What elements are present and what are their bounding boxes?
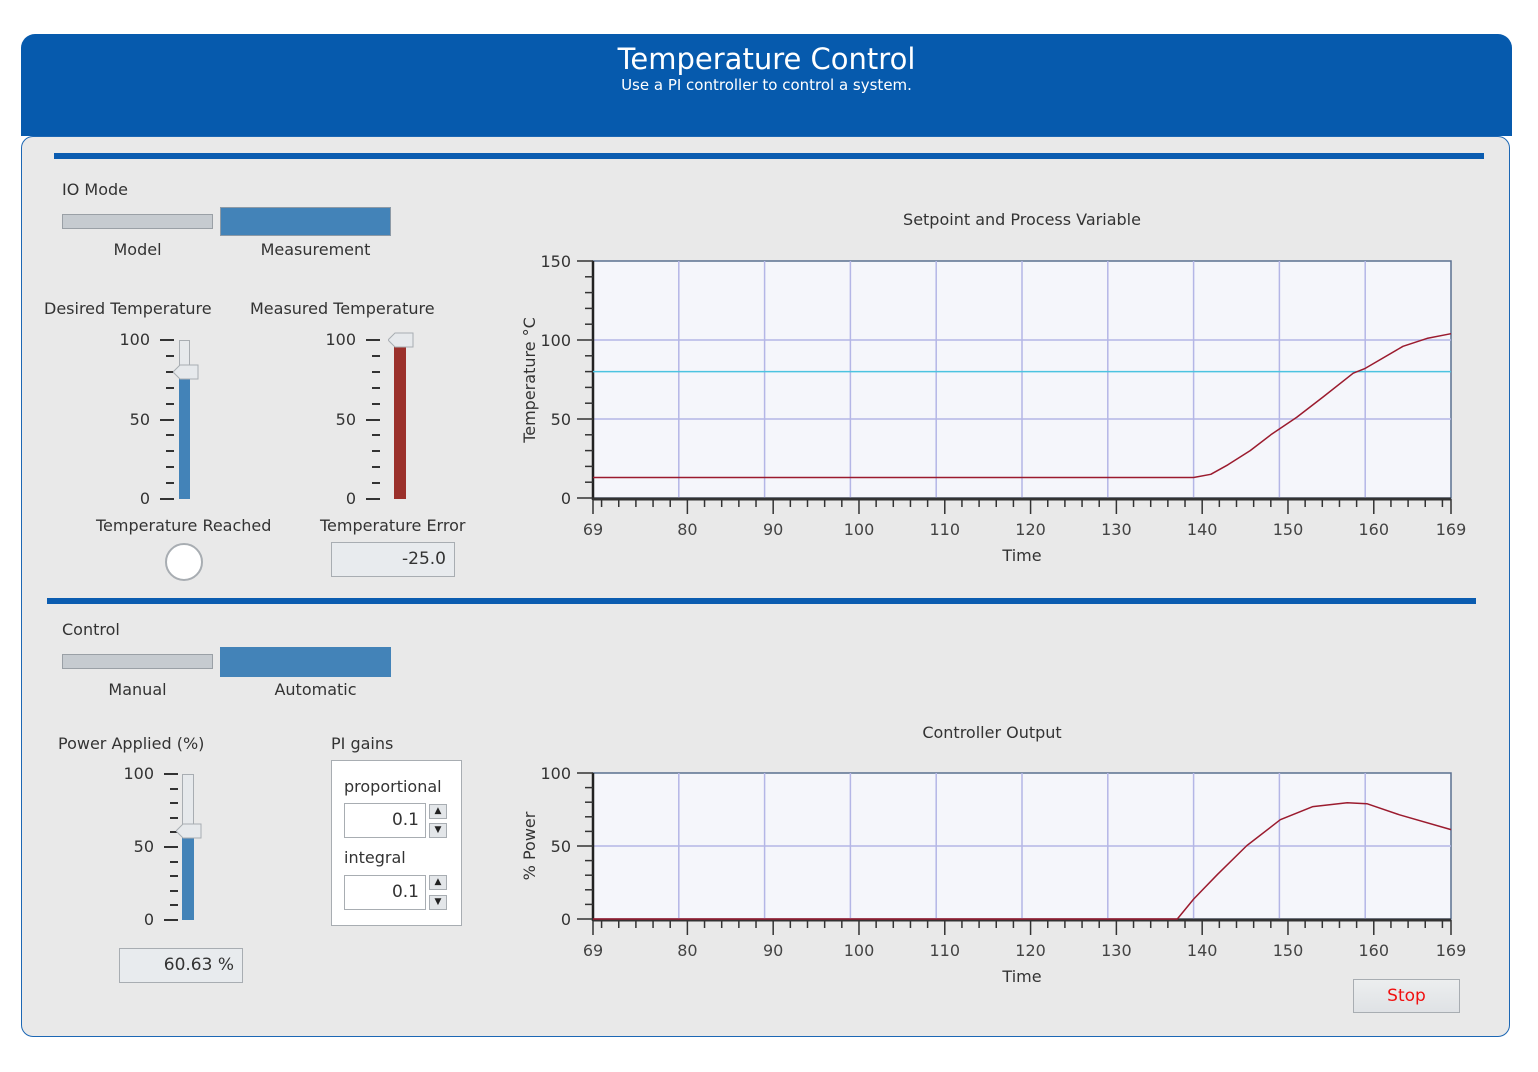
x-tick-label: 130: [1101, 941, 1132, 960]
x-tick-label: 90: [763, 941, 783, 960]
stop-button[interactable]: Stop: [1353, 979, 1460, 1013]
x-tick-label: 110: [930, 941, 961, 960]
y-tick-label: 100: [540, 764, 571, 783]
x-tick-label: 160: [1359, 941, 1390, 960]
y-tick-label: 50: [551, 837, 571, 856]
controller-output-chart: 100 50 0 69 80 90 100 110 120 130 140 150 160 169 Time…: [520, 764, 1467, 986]
x-tick-label: 120: [1015, 941, 1046, 960]
x-tick-label: 100: [844, 941, 875, 960]
x-tick-label: 169: [1436, 941, 1467, 960]
x-tick-label: 140: [1187, 941, 1218, 960]
x-tick-label: 150: [1273, 941, 1304, 960]
x-tick-label: 69: [583, 941, 603, 960]
x-axis-label: Time: [1001, 967, 1041, 986]
y-axis-label: % Power: [520, 811, 539, 880]
y-tick-label: 0: [561, 910, 571, 929]
x-tick-label: 80: [677, 941, 697, 960]
